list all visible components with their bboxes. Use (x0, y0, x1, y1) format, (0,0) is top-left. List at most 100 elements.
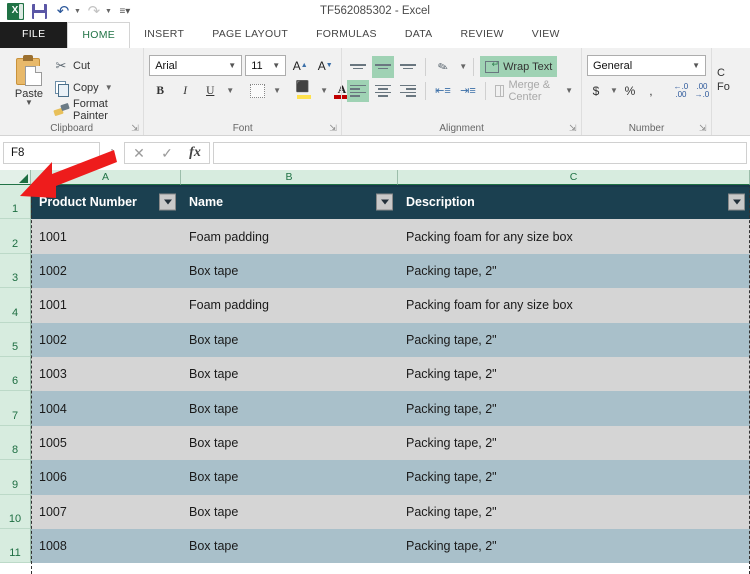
cell-description[interactable]: Packing tape, 2" (398, 322, 750, 357)
table-row[interactable]: 1005 Box tape Packing tape, 2" (31, 425, 750, 461)
align-right-button[interactable] (397, 80, 419, 102)
cell-product-number[interactable]: 1006 (31, 460, 181, 495)
row-header-3[interactable]: 3 (0, 253, 31, 289)
table-header-description[interactable]: Description (398, 185, 750, 220)
chevron-down-icon[interactable]: ▼ (225, 61, 239, 70)
italic-button[interactable]: I (174, 80, 196, 102)
copy-dropdown-icon[interactable]: ▼ (105, 83, 113, 92)
cell-product-number[interactable]: 1003 (31, 356, 181, 392)
cell-name[interactable]: Box tape (181, 322, 398, 357)
cancel-entry-button[interactable]: ✕ (125, 143, 153, 163)
orientation-dropdown-icon[interactable]: ▼ (459, 62, 467, 71)
cell-description[interactable]: Packing tape, 2" (398, 425, 750, 461)
cell-description[interactable]: Packing foam for any size box (398, 288, 750, 323)
cell-description[interactable]: Packing tape, 2" (398, 528, 750, 564)
conditional-formatting-line1[interactable]: C (717, 52, 745, 80)
comma-style-button[interactable]: , (642, 80, 660, 102)
tab-page-layout[interactable]: PAGE LAYOUT (198, 22, 302, 48)
insert-function-button[interactable]: fx (181, 143, 209, 163)
number-dialog-launcher-icon[interactable]: ⇲ (699, 124, 708, 133)
tab-insert[interactable]: INSERT (130, 22, 198, 48)
cell-name[interactable]: Box tape (181, 494, 398, 529)
cell-product-number[interactable]: 1001 (31, 219, 181, 254)
cell-product-number[interactable]: 1008 (31, 528, 181, 564)
column-header-c[interactable]: C (398, 170, 750, 185)
cell-name[interactable]: Box tape (181, 425, 398, 461)
cell-product-number[interactable]: 1004 (31, 391, 181, 426)
percent-style-button[interactable]: % (621, 80, 639, 102)
tab-review[interactable]: REVIEW (446, 22, 517, 48)
row-header-5[interactable]: 5 (0, 322, 31, 357)
cell-name[interactable]: Box tape (181, 253, 398, 289)
table-row[interactable]: 1008 Box tape Packing tape, 2" (31, 528, 750, 564)
cut-button[interactable]: ✂ Cut (53, 56, 138, 75)
column-header-b[interactable]: B (181, 170, 398, 185)
row-header-4[interactable]: 4 (0, 288, 31, 323)
decrease-indent-button[interactable]: ⇤≡ (432, 80, 454, 102)
table-header-name[interactable]: Name (181, 185, 398, 220)
align-middle-button[interactable] (372, 55, 395, 78)
table-row[interactable]: 1006 Box tape Packing tape, 2" (31, 460, 750, 495)
row-header-6[interactable]: 6 (0, 356, 31, 392)
cell-product-number[interactable]: 1005 (31, 425, 181, 461)
font-size-input[interactable]: 11 ▼ (245, 55, 287, 76)
increase-decimal-button[interactable]: ←.0.00 (672, 80, 690, 102)
cell-product-number[interactable]: 1002 (31, 322, 181, 357)
confirm-entry-button[interactable]: ✓ (153, 143, 181, 163)
cell-product-number[interactable]: 1001 (31, 288, 181, 323)
copy-button[interactable]: Copy ▼ (53, 78, 138, 97)
cell-name[interactable]: Box tape (181, 356, 398, 392)
tab-formulas[interactable]: FORMULAS (302, 22, 391, 48)
wrap-text-button[interactable]: Wrap Text (480, 56, 558, 77)
cell-name[interactable]: Box tape (181, 391, 398, 426)
customize-quick-access-icon[interactable]: ≡▾ (114, 1, 136, 21)
format-painter-button[interactable]: Format Painter (53, 98, 138, 122)
cell-description[interactable]: Packing tape, 2" (398, 356, 750, 392)
merge-center-button[interactable]: Merge & Center ▼ (492, 79, 576, 103)
cell-name[interactable]: Box tape (181, 528, 398, 564)
table-row[interactable]: 1002 Box tape Packing tape, 2" (31, 253, 750, 289)
filter-dropdown-icon[interactable] (728, 193, 745, 211)
increase-indent-button[interactable]: ⇥≡ (457, 80, 479, 102)
align-top-button[interactable] (347, 56, 369, 78)
align-center-button[interactable] (372, 80, 394, 102)
decrease-decimal-button[interactable]: .00 →.0 (693, 80, 711, 102)
table-row[interactable]: 1002 Box tape Packing tape, 2" (31, 322, 750, 357)
tab-file[interactable]: FILE (0, 22, 68, 48)
table-row[interactable]: 1004 Box tape Packing tape, 2" (31, 391, 750, 426)
increase-font-size-button[interactable]: A ▲ (289, 55, 311, 77)
table-row[interactable]: 1007 Box tape Packing tape, 2" (31, 494, 750, 529)
borders-button[interactable] (246, 80, 268, 102)
align-left-button[interactable] (347, 79, 370, 102)
accounting-format-button[interactable]: $ (587, 80, 605, 102)
cell-description[interactable]: Packing tape, 2" (398, 494, 750, 529)
bold-button[interactable]: B (149, 80, 171, 102)
row-header-11[interactable]: 11 (0, 528, 31, 564)
align-bottom-button[interactable] (397, 56, 419, 78)
table-row[interactable]: 1001 Foam padding Packing foam for any s… (31, 219, 750, 254)
underline-button[interactable]: U (199, 80, 221, 102)
tab-view[interactable]: VIEW (518, 22, 574, 48)
number-format-select[interactable]: General ▼ (587, 55, 706, 76)
formula-input[interactable] (213, 142, 747, 164)
row-header-9[interactable]: 9 (0, 460, 31, 495)
save-icon[interactable] (28, 1, 50, 21)
accounting-dropdown-icon[interactable]: ▼ (610, 86, 618, 95)
decrease-font-size-button[interactable]: A ▼ (314, 55, 336, 77)
tab-home[interactable]: HOME (67, 22, 131, 48)
chevron-down-icon[interactable]: ▼ (269, 61, 283, 70)
cell-name[interactable]: Foam padding (181, 288, 398, 323)
borders-dropdown-icon[interactable]: ▼ (273, 86, 281, 95)
alignment-dialog-launcher-icon[interactable]: ⇲ (569, 124, 578, 133)
font-name-input[interactable]: Arial ▼ (149, 55, 243, 76)
cell-description[interactable]: Packing tape, 2" (398, 391, 750, 426)
row-header-8[interactable]: 8 (0, 425, 31, 461)
cell-name[interactable]: Foam padding (181, 219, 398, 254)
orientation-button[interactable]: ✎ (432, 56, 454, 78)
row-header-10[interactable]: 10 (0, 494, 31, 529)
row-header-7[interactable]: 7 (0, 391, 31, 426)
redo-icon[interactable]: ↷ (83, 1, 105, 21)
fill-color-button[interactable] (293, 80, 315, 102)
font-dialog-launcher-icon[interactable]: ⇲ (329, 124, 338, 133)
cell-description[interactable]: Packing tape, 2" (398, 253, 750, 289)
